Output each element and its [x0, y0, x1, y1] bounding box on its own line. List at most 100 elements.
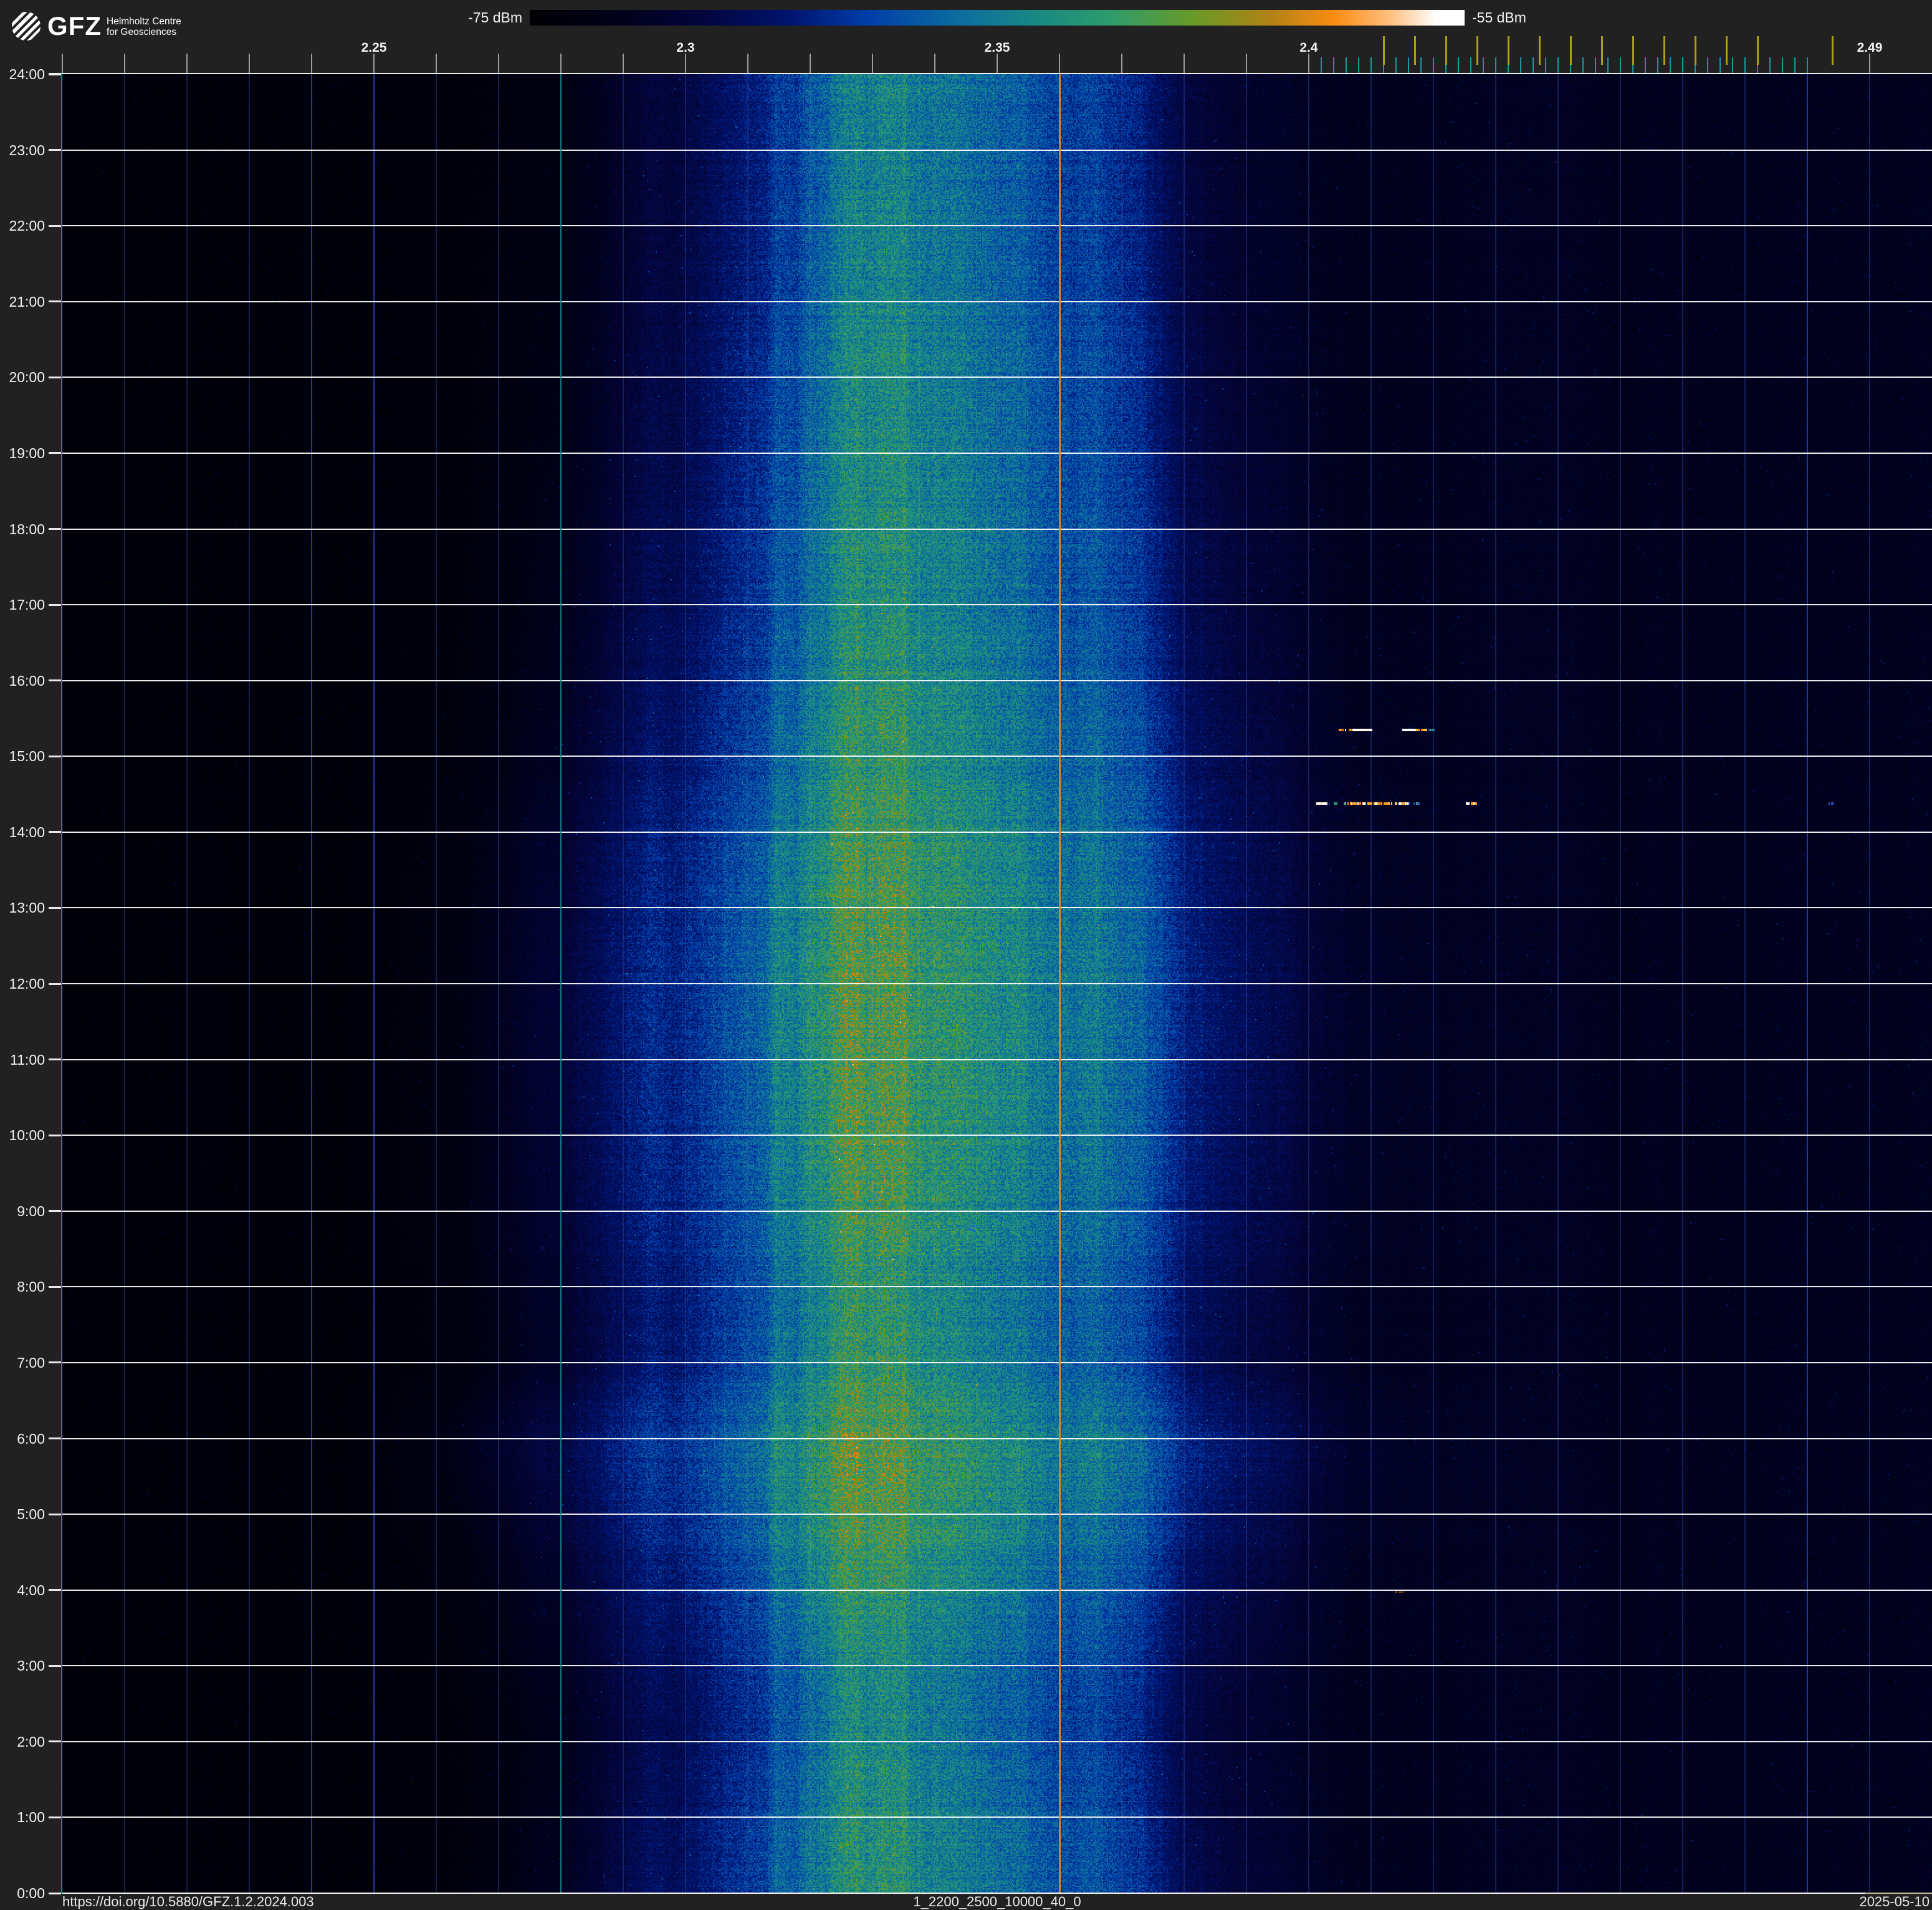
hour-label: 7:00: [17, 1354, 45, 1371]
hour-label: 24:00: [9, 66, 45, 82]
freq-gridline: [1620, 74, 1621, 1893]
ble-channel-tick: [1333, 57, 1334, 73]
freq-gridline: [810, 74, 811, 1893]
hour-label: 19:00: [9, 444, 45, 461]
hour-label: 15:00: [9, 748, 45, 765]
hour-tick: [49, 1285, 61, 1288]
hour-tick: [49, 1134, 61, 1136]
hour-label: 17:00: [9, 597, 45, 613]
freq-tick: [872, 54, 873, 73]
freq-gridline: [1682, 74, 1683, 1893]
hour-tick: [49, 1058, 61, 1061]
hour-tick: [49, 224, 61, 227]
hour-label: 12:00: [9, 976, 45, 992]
freq-gridline: [1433, 74, 1434, 1893]
ble-channel-tick: [1607, 57, 1609, 73]
brand-subtitle: Helmholtz Centre for Geosciences: [107, 16, 181, 37]
colorbar-gradient: [530, 10, 1465, 26]
freq-gridline: [685, 74, 686, 1893]
ble-channel-tick: [1732, 57, 1733, 73]
freq-gridline: [1184, 74, 1185, 1893]
freq-gridline: [436, 74, 437, 1893]
freq-gridline: [1121, 74, 1122, 1893]
hour-label: 0:00: [17, 1885, 45, 1901]
hour-tick: [49, 1361, 61, 1364]
colorbar-min-label: -75 dBm: [468, 9, 522, 26]
hour-tick: [49, 1816, 61, 1818]
colorbar-max-label: -55 dBm: [1472, 9, 1526, 26]
hour-label: 14:00: [9, 823, 45, 840]
freq-gridline: [1557, 74, 1559, 1893]
hour-label: 4:00: [17, 1581, 45, 1598]
ble-channel-tick: [1520, 57, 1521, 73]
freq-gridline: [498, 74, 499, 1893]
ble-channel-tick: [1483, 57, 1484, 73]
hour-tick: [49, 831, 61, 833]
freq-tick: [311, 54, 312, 73]
ble-channel-tick: [1346, 57, 1347, 73]
freq-tick: [810, 54, 811, 73]
hour-label: 11:00: [10, 1051, 45, 1068]
spectrogram-monitor-page: GFZ Helmholtz Centre for Geosciences -75…: [0, 0, 1932, 1910]
ble-channel-tick: [1433, 57, 1434, 73]
ble-channel-tick: [1807, 57, 1808, 73]
wifi-channel-tick: [1725, 36, 1728, 65]
hour-tick: [49, 452, 61, 454]
hour-label: 1:00: [17, 1809, 45, 1826]
ble-channel-tick: [1682, 57, 1683, 73]
ble-channel-tick: [1321, 57, 1322, 73]
hour-label: 6:00: [17, 1430, 45, 1447]
ble-channel-tick: [1782, 57, 1783, 73]
ble-channel-tick: [1645, 57, 1646, 73]
freq-tick: [1184, 54, 1185, 73]
hour-label: 5:00: [17, 1506, 45, 1523]
hour-tick: [49, 1437, 61, 1439]
hour-label: 10:00: [9, 1127, 45, 1144]
hour-label: 3:00: [17, 1658, 45, 1674]
wifi-channel-tick: [1413, 36, 1416, 65]
wifi-channel-tick: [1476, 36, 1478, 65]
wifi-channel-tick: [1382, 36, 1385, 65]
freq-axis-label: 2.25: [361, 41, 387, 55]
hour-tick: [49, 679, 61, 682]
wifi-channel-tick: [1694, 36, 1696, 65]
brand-subtitle-line1: Helmholtz Centre: [107, 16, 181, 27]
hour-tick: [49, 1210, 61, 1212]
hour-tick: [49, 376, 61, 378]
hour-tick: [49, 149, 61, 151]
brand-text: GFZ: [47, 11, 102, 41]
freq-gridline: [623, 74, 624, 1893]
left-axis-line: [61, 74, 62, 1894]
ble-channel-tick: [1557, 57, 1559, 73]
hour-label: 16:00: [9, 672, 45, 689]
freq-gridline: [1308, 74, 1309, 1893]
spectrogram-plot: [62, 74, 1932, 1893]
hour-label: 23:00: [9, 142, 45, 158]
freq-tick: [1246, 54, 1247, 73]
ble-channel-tick: [1582, 57, 1584, 73]
freq-axis-label: 2.35: [984, 41, 1010, 55]
gfz-logo-icon: [12, 12, 41, 41]
brand-subtitle-line2: for Geosciences: [107, 27, 176, 37]
ble-channel-tick: [1595, 57, 1596, 73]
ble-channel-tick: [1657, 57, 1658, 73]
hour-label: 2:00: [17, 1733, 45, 1750]
freq-axis-label: 2.49: [1857, 41, 1883, 55]
dataset-text: 1_2200_2500_10000_40_0: [913, 1894, 1081, 1909]
freq-tick: [997, 54, 998, 73]
ble-channel-tick: [1420, 57, 1422, 73]
hour-tick: [49, 603, 61, 606]
wifi-channel-tick: [1831, 36, 1834, 65]
ble-channel-tick: [1358, 57, 1359, 73]
ble-channel-tick: [1794, 57, 1796, 73]
ble-channel-tick: [1395, 57, 1397, 73]
hour-tick: [49, 906, 61, 909]
hour-label: 20:00: [9, 369, 45, 386]
freq-gridline: [1246, 74, 1247, 1893]
hour-tick: [49, 1740, 61, 1743]
hour-label: 8:00: [17, 1279, 45, 1295]
hour-label: 9:00: [17, 1202, 45, 1219]
freq-tick: [560, 54, 562, 73]
hour-tick: [49, 982, 61, 985]
freq-gridline: [311, 74, 312, 1893]
